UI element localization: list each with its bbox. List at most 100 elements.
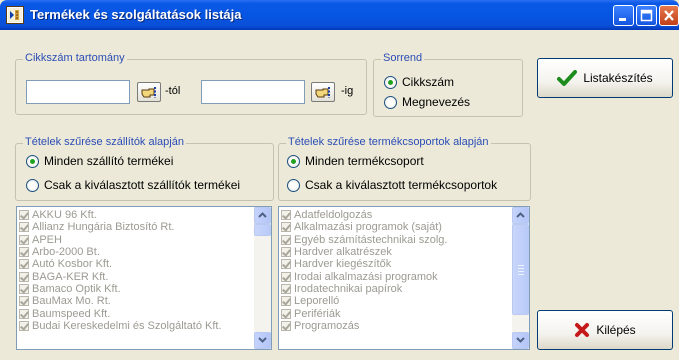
item-checkbox[interactable]	[281, 283, 291, 294]
list-item-label: Irodatechnikai papírok	[294, 282, 403, 295]
minimize-button[interactable]	[613, 5, 634, 26]
list-item[interactable]: Irodai alkalmazási programok	[281, 270, 511, 283]
supplier-list-scrollbar[interactable]	[254, 207, 271, 349]
supplier-list[interactable]: AKKU 96 Kft. Allianz Hungária Biztosító …	[16, 206, 272, 350]
title-bar[interactable]: Termékek és szolgáltatások listája	[0, 0, 679, 30]
list-item[interactable]: Bamaco Optik Kft.	[19, 283, 253, 295]
list-item-label: Autó Kosbor Kft.	[32, 258, 113, 271]
list-item[interactable]: Budai Kereskedelmi és Szolgáltató Kft.	[19, 320, 253, 332]
sort-group: Sorrend Cikkszám Megnevezés	[373, 52, 523, 117]
item-checkbox[interactable]	[281, 308, 291, 319]
chevron-up-icon	[516, 212, 525, 218]
list-item[interactable]: Baumspeed Kft.	[19, 307, 253, 320]
list-item[interactable]: Allianz Hungária Biztosító Rt.	[19, 221, 253, 233]
item-checkbox[interactable]	[281, 222, 291, 233]
minimize-icon	[619, 18, 626, 21]
chevron-down-icon	[516, 337, 525, 343]
item-checkbox[interactable]	[19, 234, 29, 245]
sort-by-code-radio[interactable]: Cikkszám	[384, 75, 454, 89]
scroll-thumb[interactable]	[512, 224, 529, 315]
list-item[interactable]: Perifériák	[281, 307, 511, 320]
list-item[interactable]: APEH	[19, 234, 253, 246]
list-item-label: Alkalmazási programok (saját)	[294, 221, 442, 234]
item-checkbox[interactable]	[19, 222, 29, 233]
range-from-lookup-button[interactable]	[137, 82, 161, 102]
radio-dot[interactable]	[287, 154, 300, 168]
item-checkbox[interactable]	[19, 320, 29, 331]
list-item-label: AKKU 96 Kft.	[32, 209, 97, 222]
app-icon[interactable]	[6, 6, 24, 24]
radio-dot[interactable]	[287, 178, 300, 192]
radio-dot[interactable]	[26, 178, 39, 192]
selected-groups-radio[interactable]: Csak a kiválasztott termékcsoportok	[287, 178, 497, 192]
item-checkbox[interactable]	[19, 247, 29, 258]
close-icon	[664, 10, 674, 21]
sort-option-label: Megnevezés	[402, 95, 471, 109]
item-checkbox[interactable]	[281, 271, 291, 282]
selected-suppliers-radio[interactable]: Csak a kiválasztott szállítók termékei	[26, 178, 240, 192]
list-item-label: BauMax Mo. Rt.	[32, 295, 111, 308]
radio-dot[interactable]	[384, 75, 397, 89]
list-item[interactable]: BAGA-KER Kft.	[19, 270, 253, 283]
list-item[interactable]: Arbo-2000 Bt.	[19, 246, 253, 258]
item-checkbox[interactable]	[19, 210, 29, 221]
group-list[interactable]: Adatfeldolgozás Alkalmazási programok (s…	[278, 206, 530, 350]
list-item[interactable]: Hardver kiegészítők	[281, 258, 511, 270]
scroll-up-button[interactable]	[254, 207, 271, 224]
list-item-label: BAGA-KER Kft.	[32, 270, 109, 283]
list-item[interactable]: Irodatechnikai papírok	[281, 283, 511, 295]
item-checkbox[interactable]	[281, 320, 291, 331]
list-item[interactable]: Leporelló	[281, 295, 511, 307]
list-item-label: Arbo-2000 Bt.	[32, 246, 100, 259]
item-checkbox[interactable]	[281, 210, 291, 221]
maximize-button[interactable]	[636, 5, 657, 26]
range-from-input[interactable]	[26, 80, 130, 104]
chevron-up-icon	[258, 212, 267, 218]
group-list-scrollbar[interactable]	[512, 207, 529, 349]
item-checkbox[interactable]	[281, 259, 291, 270]
exit-button[interactable]: Kilépés	[537, 310, 673, 350]
item-checkbox[interactable]	[19, 308, 29, 319]
list-item-label: Programozás	[294, 319, 360, 332]
item-checkbox[interactable]	[19, 271, 29, 282]
radio-dot[interactable]	[384, 95, 397, 109]
sort-by-name-radio[interactable]: Megnevezés	[384, 95, 470, 109]
list-item[interactable]: BauMax Mo. Rt.	[19, 295, 253, 307]
sort-group-label: Sorrend	[381, 52, 425, 64]
list-item[interactable]: Egyéb számítástechnikai szolg.	[281, 234, 511, 246]
list-item-label: Bamaco Optik Kft.	[32, 282, 121, 295]
list-item[interactable]: Adatfeldolgozás	[281, 209, 511, 221]
radio-dot[interactable]	[26, 154, 39, 168]
scroll-down-button[interactable]	[512, 332, 529, 349]
all-suppliers-radio[interactable]: Minden szállító termékei	[26, 154, 173, 168]
list-item-label: Perifériák	[294, 307, 341, 320]
supplier-list-items: AKKU 96 Kft. Allianz Hungária Biztosító …	[19, 209, 253, 332]
scroll-up-button[interactable]	[512, 207, 529, 224]
list-item[interactable]: Programozás	[281, 320, 511, 332]
list-item[interactable]: Autó Kosbor Kft.	[19, 258, 253, 270]
item-checkbox[interactable]	[281, 296, 291, 307]
item-checkbox[interactable]	[19, 259, 29, 270]
list-item-label: Irodai alkalmazási programok	[294, 270, 438, 283]
group-list-items: Adatfeldolgozás Alkalmazási programok (s…	[281, 209, 511, 332]
range-to-input[interactable]	[201, 80, 305, 104]
list-item[interactable]: Alkalmazási programok (saját)	[281, 221, 511, 233]
item-checkbox[interactable]	[19, 296, 29, 307]
item-checkbox[interactable]	[281, 247, 291, 258]
window-title: Termékek és szolgáltatások listája	[30, 7, 242, 22]
range-group-label: Cikkszám tartomány	[23, 52, 127, 64]
scroll-down-button[interactable]	[254, 332, 271, 349]
lookup-hand-icon	[315, 87, 330, 98]
close-button[interactable]	[659, 5, 679, 26]
list-item-label: Adatfeldolgozás	[294, 209, 373, 222]
supplier-option-label: Csak a kiválasztott szállítók termékei	[44, 178, 241, 192]
all-groups-radio[interactable]: Minden termékcsoport	[287, 154, 424, 168]
list-item[interactable]: Hardver alkatrészek	[281, 246, 511, 258]
report-button[interactable]: Listakészítés	[537, 58, 673, 98]
list-item[interactable]: AKKU 96 Kft.	[19, 209, 253, 221]
range-to-lookup-button[interactable]	[311, 82, 335, 102]
item-checkbox[interactable]	[281, 234, 291, 245]
group-filter-group: Tételek szűrése termékcsoportok alapján …	[278, 136, 531, 201]
scroll-thumb[interactable]	[254, 224, 271, 236]
item-checkbox[interactable]	[19, 283, 29, 294]
